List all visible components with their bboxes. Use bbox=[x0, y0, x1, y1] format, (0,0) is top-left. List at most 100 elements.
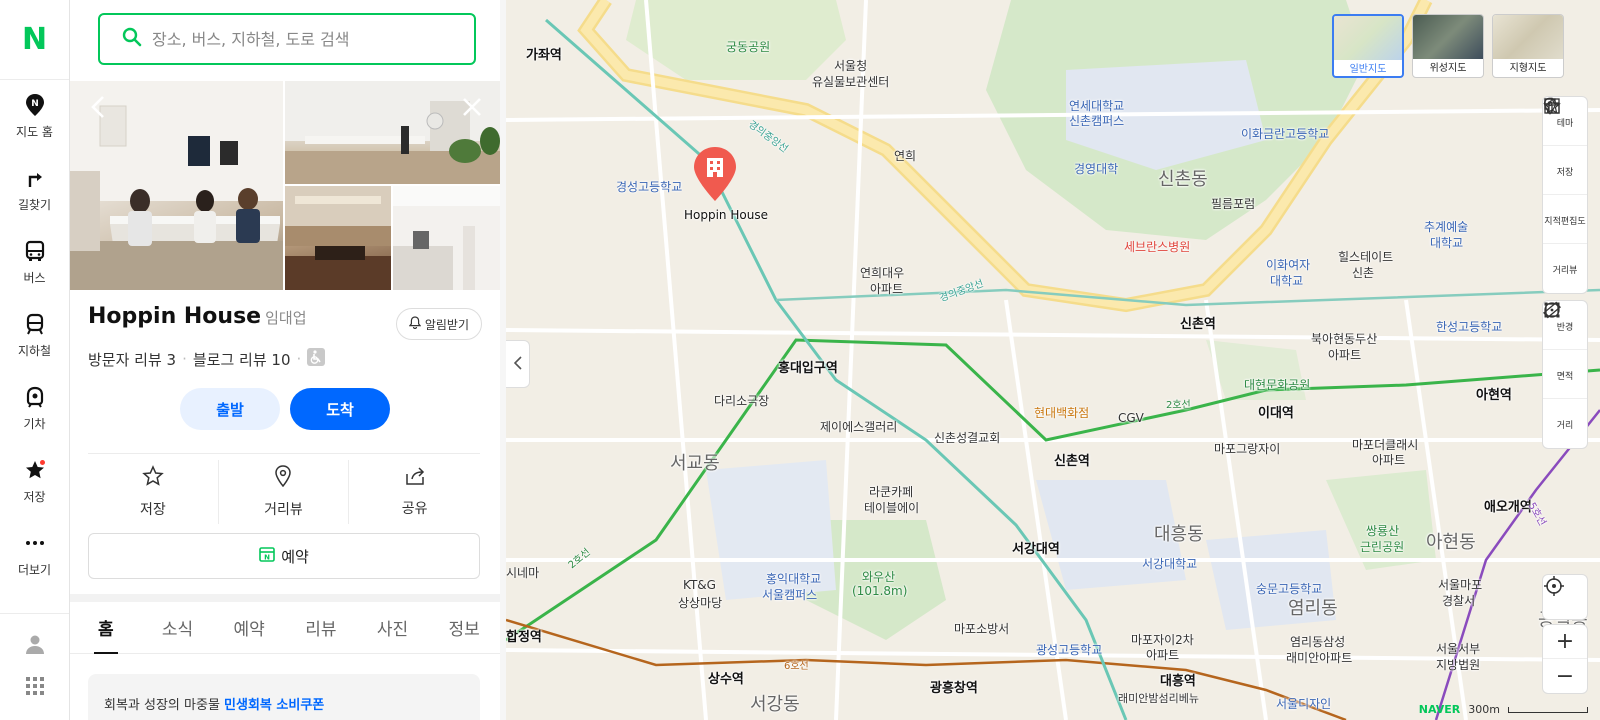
map-label-park[interactable]: 쌍룡산 bbox=[1366, 522, 1399, 539]
tool-area[interactable]: 면적 bbox=[1543, 302, 1587, 399]
map-label-apt[interactable]: 아파트 bbox=[1328, 346, 1361, 363]
rail-directions[interactable]: 길찾기 bbox=[0, 153, 69, 226]
tab-news[interactable]: 소식 bbox=[142, 602, 214, 653]
photo-prev-button[interactable] bbox=[84, 95, 112, 123]
promo-banner[interactable]: 회복과 성장의 마중물 민생회복 소비쿠폰 bbox=[88, 674, 480, 720]
naver-logo[interactable]: N bbox=[0, 0, 69, 80]
photo-thumb[interactable] bbox=[285, 186, 391, 290]
map-label-station[interactable]: 서강대역 bbox=[1012, 538, 1060, 557]
map-label-apt[interactable]: 래미안아파트 bbox=[1286, 649, 1352, 666]
maptype-terrain[interactable]: 지형지도 bbox=[1492, 14, 1564, 78]
street-view-button[interactable]: 거리뷰 bbox=[219, 460, 350, 524]
tool-save[interactable]: 저장 bbox=[1543, 97, 1587, 195]
tool-distance[interactable]: 거리 bbox=[1543, 301, 1587, 448]
map-label-mountain[interactable]: (101.8m) bbox=[852, 584, 907, 598]
photo-thumb[interactable] bbox=[285, 81, 500, 184]
map-label-poi[interactable]: CGV bbox=[1118, 411, 1144, 425]
map-label-apt[interactable]: 연희대우 bbox=[860, 264, 904, 281]
tab-review[interactable]: 리뷰 bbox=[285, 602, 357, 653]
share-button[interactable]: 공유 bbox=[349, 460, 480, 524]
map-label-school[interactable]: 서울디자인 bbox=[1276, 695, 1331, 712]
zoom-out-button[interactable]: − bbox=[1543, 659, 1587, 693]
map-label-park[interactable]: 대현문화공원 bbox=[1244, 376, 1310, 393]
map-label-poi[interactable]: 라쿤카페 bbox=[869, 483, 913, 500]
map-label-apt[interactable]: 아파트 bbox=[1146, 646, 1179, 663]
rail-train[interactable]: 기차 bbox=[0, 372, 69, 445]
tool-street-view[interactable]: 거리뷰 bbox=[1543, 97, 1587, 293]
tab-booking[interactable]: 예약 bbox=[213, 602, 285, 653]
map-label-poi[interactable]: 지방법원 bbox=[1436, 656, 1480, 673]
user-icon[interactable] bbox=[25, 634, 45, 658]
map-label-school[interactable]: 대학교 bbox=[1430, 234, 1463, 251]
rail-map-home[interactable]: N 지도 홈 bbox=[0, 80, 69, 153]
map-label-apt[interactable]: 래미안밤섬리베뉴 bbox=[1118, 690, 1199, 706]
map-label-school[interactable]: 서울캠퍼스 bbox=[762, 586, 817, 603]
map-label-station[interactable]: 대흥역 bbox=[1160, 670, 1196, 689]
marker-label[interactable]: Hoppin House bbox=[684, 208, 768, 222]
map-label-school[interactable]: 홍익대학교 bbox=[766, 570, 821, 587]
photo-thumb[interactable] bbox=[393, 186, 500, 290]
map-label-station[interactable]: 광흥창역 bbox=[930, 677, 978, 696]
search-box[interactable] bbox=[98, 13, 476, 65]
map-label-poi[interactable]: 서울서부 bbox=[1436, 640, 1480, 657]
map-label-poi[interactable]: 경찰서 bbox=[1442, 592, 1475, 609]
map-label-school[interactable]: 서강대학교 bbox=[1142, 555, 1197, 572]
map-label-station[interactable]: 홍대입구역 bbox=[778, 357, 838, 376]
tab-photo[interactable]: 사진 bbox=[357, 602, 429, 653]
map-canvas[interactable]: 가좌역 궁동공원 서울청 유실물보관센터 연세대학교 신촌캠퍼스 경영대학 이화… bbox=[506, 0, 1600, 720]
map-label-apt[interactable]: 아파트 bbox=[1372, 451, 1405, 468]
map-label-hospital[interactable]: 세브란스병원 bbox=[1124, 238, 1190, 255]
tab-info[interactable]: 정보 bbox=[428, 602, 500, 653]
map-label-poi[interactable]: 유실물보관센터 bbox=[812, 73, 889, 90]
map-label-school[interactable]: 신촌캠퍼스 bbox=[1069, 112, 1124, 129]
place-marker[interactable] bbox=[692, 145, 738, 203]
alarm-button[interactable]: 알림받기 bbox=[395, 308, 482, 340]
blog-review-link[interactable]: 블로그 리뷰 10 bbox=[193, 349, 291, 370]
depart-button[interactable]: 출발 bbox=[180, 388, 280, 430]
map-label-station[interactable]: 이대역 bbox=[1258, 402, 1294, 421]
map-label-poi[interactable]: 제이에스갤러리 bbox=[820, 418, 897, 435]
map-label-ic[interactable]: 연희 bbox=[894, 147, 916, 164]
map-label-poi[interactable]: 시네마 bbox=[506, 564, 539, 581]
map-label-poi[interactable]: 서울청 bbox=[834, 57, 867, 74]
arrive-button[interactable]: 도착 bbox=[290, 388, 390, 430]
app-grid-icon[interactable] bbox=[25, 676, 45, 700]
map-label-park[interactable]: 궁동공원 bbox=[726, 38, 770, 55]
zoom-in-button[interactable]: + bbox=[1543, 625, 1587, 659]
map-label-school[interactable]: 경성고등학교 bbox=[616, 178, 682, 195]
map-label-station[interactable]: 합정역 bbox=[506, 626, 542, 645]
tab-home[interactable]: 홈 bbox=[70, 602, 142, 654]
map-label-apt[interactable]: 신촌 bbox=[1352, 264, 1374, 281]
map-label-store[interactable]: 현대백화점 bbox=[1034, 404, 1089, 421]
reserve-button[interactable]: N 예약 bbox=[88, 533, 480, 579]
map-label-station[interactable]: 신촌역 bbox=[1180, 313, 1216, 332]
maptype-normal[interactable]: 일반지도 bbox=[1332, 14, 1404, 78]
map-label-station[interactable]: 신촌역 bbox=[1054, 450, 1090, 469]
photo-main[interactable] bbox=[70, 81, 283, 290]
rail-saved[interactable]: 저장 bbox=[0, 445, 69, 518]
map-label-apt[interactable]: 힐스테이트 bbox=[1338, 248, 1393, 265]
photo-close-button[interactable] bbox=[458, 95, 486, 123]
rail-subway[interactable]: 지하철 bbox=[0, 299, 69, 372]
panel-collapse-button[interactable] bbox=[506, 340, 530, 388]
map-label-school[interactable]: 이화금란고등학교 bbox=[1241, 125, 1329, 142]
map-label-poi[interactable]: 마포소방서 bbox=[954, 620, 1009, 637]
map-label-school[interactable]: 한성고등학교 bbox=[1436, 318, 1502, 335]
map-label-station[interactable]: 아현역 bbox=[1476, 384, 1512, 403]
map-label-station[interactable]: 상수역 bbox=[708, 668, 744, 687]
map-label-apt[interactable]: 마포그랑자이 bbox=[1214, 440, 1280, 457]
map-label-park[interactable]: 근린공원 bbox=[1360, 538, 1404, 555]
map-label-station[interactable]: 애오개역 bbox=[1484, 496, 1532, 515]
search-input[interactable] bbox=[152, 29, 452, 49]
photo-gallery[interactable] bbox=[70, 81, 500, 290]
current-location-button[interactable] bbox=[1542, 574, 1588, 620]
map-label-apt[interactable]: 아파트 bbox=[870, 280, 903, 297]
map-label-station[interactable]: 가좌역 bbox=[526, 44, 562, 63]
maptype-satellite[interactable]: 위성지도 bbox=[1412, 14, 1484, 78]
map-label-mountain[interactable]: 와우산 bbox=[862, 568, 895, 585]
map-label-poi[interactable]: 신촌성결교회 bbox=[934, 429, 1000, 446]
map-label-apt[interactable]: 염리동삼성 bbox=[1290, 633, 1345, 650]
map-label-poi[interactable]: 필름포럼 bbox=[1211, 195, 1255, 212]
map-label-school[interactable]: 대학교 bbox=[1270, 272, 1303, 289]
rail-more[interactable]: 더보기 bbox=[0, 518, 69, 591]
